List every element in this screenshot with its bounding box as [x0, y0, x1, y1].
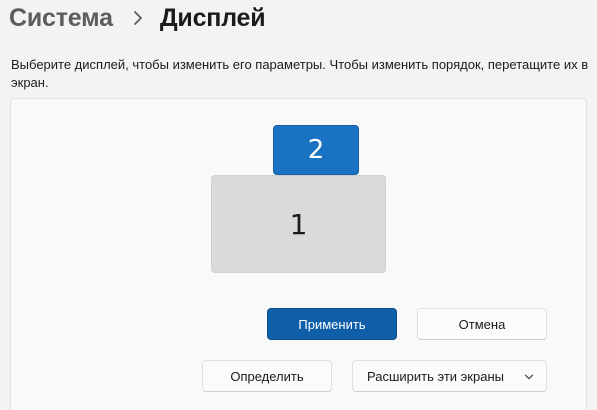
- cancel-button[interactable]: Отмена: [417, 308, 547, 340]
- identify-button[interactable]: Определить: [202, 360, 332, 392]
- monitor-1-label: 1: [289, 207, 308, 241]
- breadcrumb: Система Дисплей: [9, 0, 266, 36]
- monitor-2-label: 2: [307, 135, 325, 165]
- display-settings-page: Система Дисплей Выберите дисплей, чтобы …: [0, 0, 597, 410]
- breadcrumb-system-link[interactable]: Система: [9, 4, 113, 33]
- chevron-right-icon: [133, 11, 142, 25]
- display-arrangement-description: Выберите дисплей, чтобы изменить его пар…: [11, 57, 589, 90]
- display-arrangement-panel: 1 2 Применить Отмена Определить Расширит…: [10, 98, 587, 410]
- apply-button[interactable]: Применить: [267, 308, 397, 340]
- page-title: Дисплей: [159, 3, 266, 32]
- monitor-2[interactable]: 2: [273, 125, 359, 175]
- monitor-1[interactable]: 1: [211, 175, 386, 273]
- chevron-down-icon: [524, 374, 534, 380]
- multi-display-selected: Расширить эти экраны: [367, 368, 504, 384]
- multi-display-dropdown[interactable]: Расширить эти экраны: [352, 360, 547, 392]
